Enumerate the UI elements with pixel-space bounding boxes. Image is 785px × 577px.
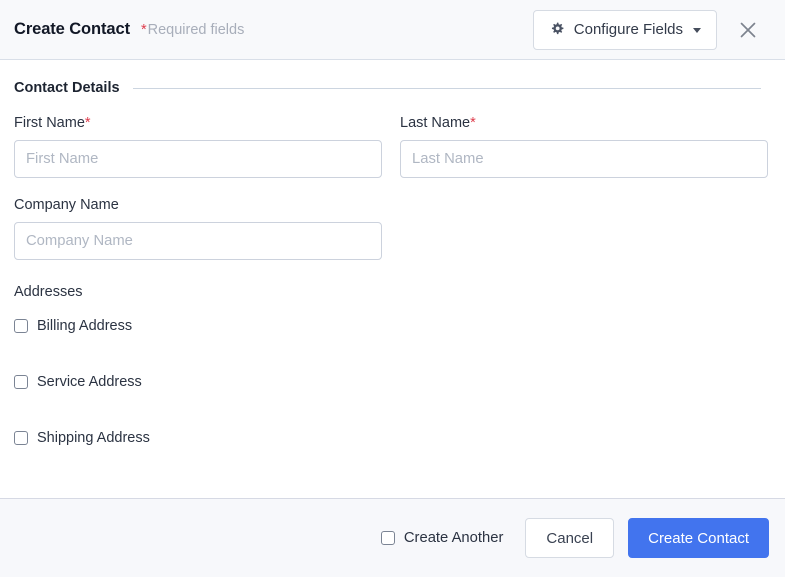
page-title: Create Contact [14,20,130,38]
company-name-input[interactable] [14,222,382,260]
addresses-section: Addresses Billing Address Service Addres… [14,284,771,448]
chevron-down-icon [693,28,701,33]
name-fields-row: First Name* Last Name* [14,114,771,178]
service-address-checkbox[interactable] [14,375,28,389]
section-title: Contact Details [14,80,120,96]
first-name-label-text: First Name [14,115,85,131]
last-name-field-group: Last Name* [400,114,768,178]
configure-fields-button[interactable]: Configure Fields [532,9,717,50]
last-name-label-text: Last Name [400,115,471,131]
required-asterisk: * [140,21,147,38]
modal-body: Contact Details First Name* Last Name* C… [0,60,785,498]
shipping-address-checkbox[interactable] [14,431,28,445]
section-divider [132,87,761,89]
billing-address-checkbox-row[interactable]: Billing Address [14,316,132,336]
configure-fields-label: Configure Fields [573,21,683,38]
service-address-label: Service Address [37,374,142,390]
contact-details-section-header: Contact Details [14,80,771,96]
close-icon [737,19,759,41]
company-name-label: Company Name [14,197,119,213]
cancel-button[interactable]: Cancel [525,518,615,558]
close-button[interactable] [725,7,771,53]
first-name-field-group: First Name* [14,114,382,178]
last-name-label: Last Name* [400,114,768,132]
first-name-label: First Name* [14,114,382,132]
billing-address-label: Billing Address [37,318,133,334]
create-contact-modal: Create Contact * Required fields Configur… [0,0,785,577]
required-fields-note: * Required fields [141,22,244,38]
required-fields-text: Required fields [147,21,245,38]
billing-address-checkbox[interactable] [14,319,28,333]
last-name-required-marker: * [470,115,476,131]
company-field-row: Company Name [14,196,771,260]
modal-header: Create Contact * Required fields Configur… [0,0,785,60]
gear-icon [549,22,565,38]
last-name-input[interactable] [400,140,768,178]
addresses-label: Addresses [14,284,83,300]
create-contact-button[interactable]: Create Contact [628,518,769,558]
create-another-checkbox-row[interactable]: Create Another [380,530,504,546]
modal-footer: Create Another Cancel Create Contact [0,498,785,577]
company-name-field-group: Company Name [14,196,382,260]
first-name-input[interactable] [14,140,382,178]
shipping-address-checkbox-row[interactable]: Shipping Address [14,428,150,448]
first-name-required-marker: * [84,115,91,131]
shipping-address-label: Shipping Address [37,430,150,446]
create-another-checkbox[interactable] [380,531,395,545]
create-another-label: Create Another [403,530,504,546]
service-address-checkbox-row[interactable]: Service Address [14,372,142,392]
